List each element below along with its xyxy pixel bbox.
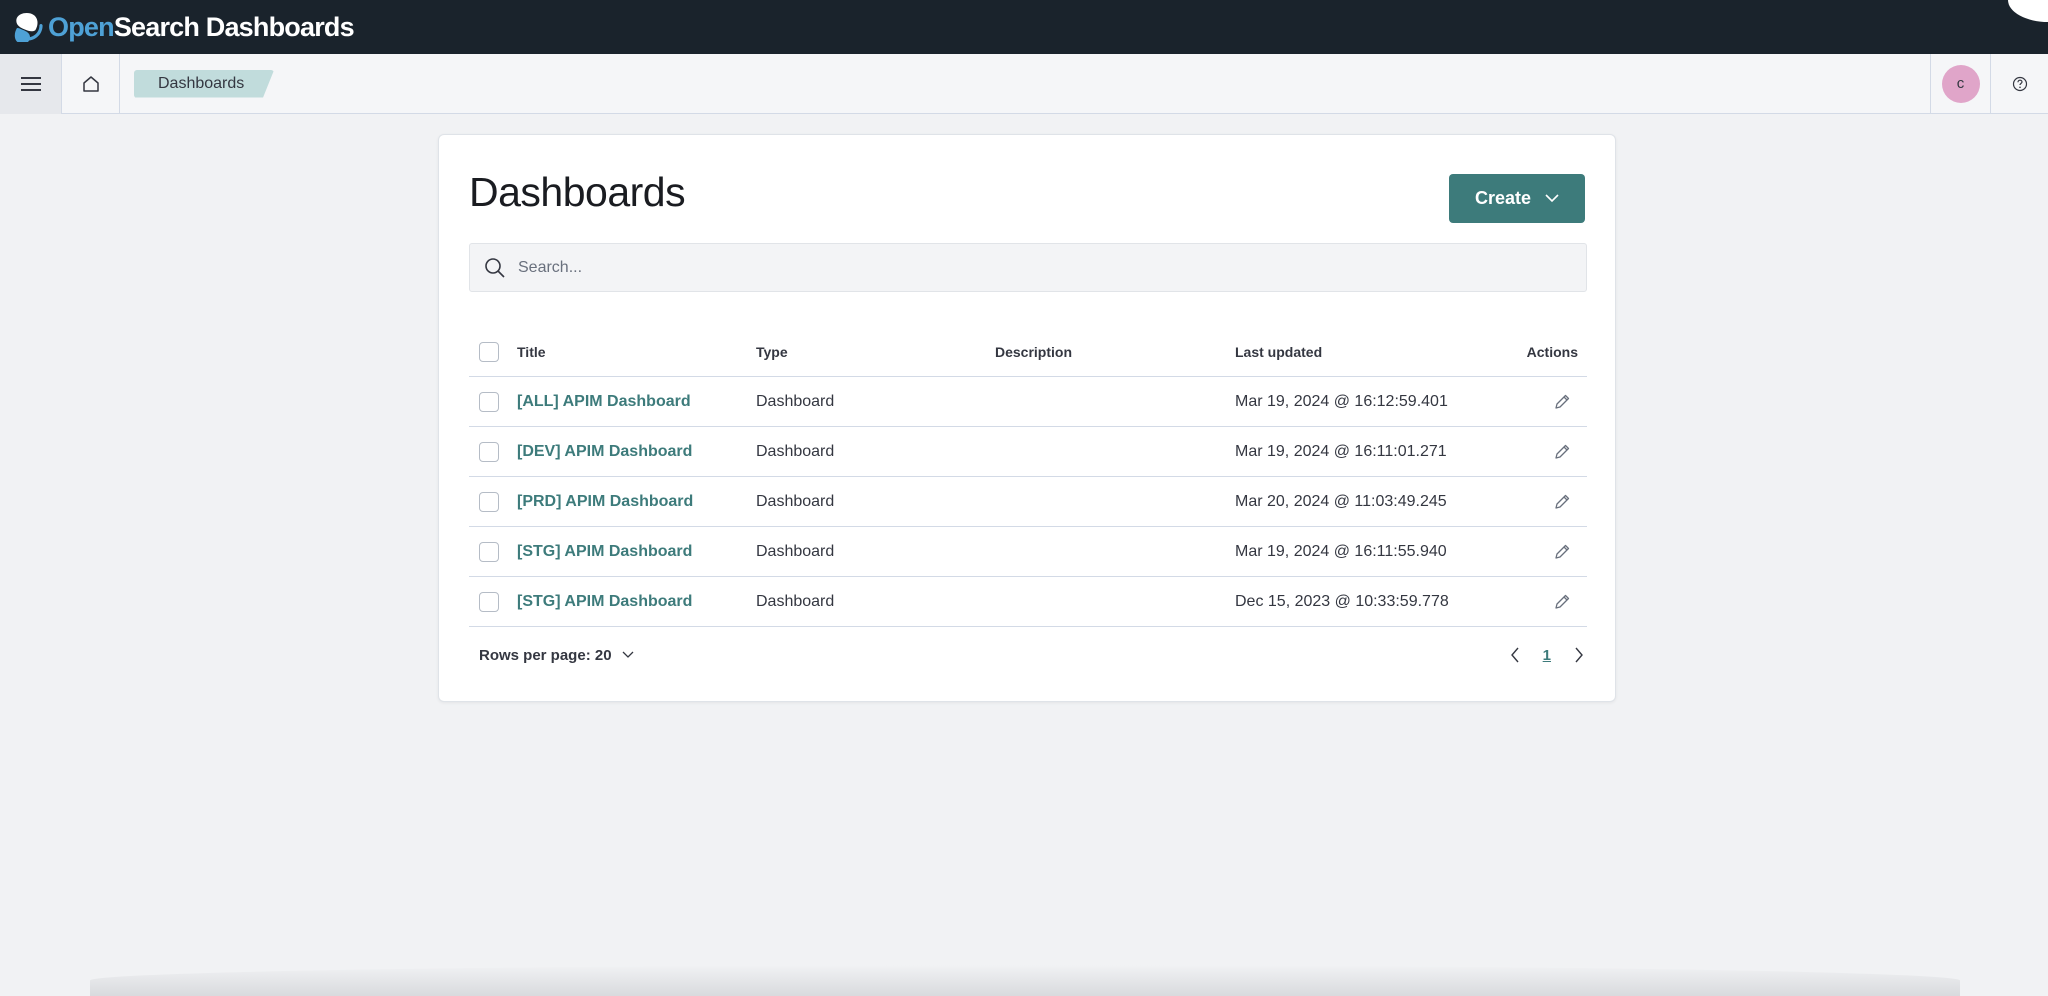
breadcrumb-dashboards[interactable]: Dashboards: [134, 69, 275, 98]
pencil-icon[interactable]: [1553, 393, 1571, 411]
dashboards-table: Title Type Description Last updated Acti…: [469, 327, 1587, 627]
navigation-bar: Dashboards c: [0, 53, 2048, 114]
help-button[interactable]: [1990, 53, 2048, 114]
pagination: 1: [1505, 645, 1589, 665]
help-icon: [2012, 76, 2027, 91]
search-input[interactable]: [518, 258, 1558, 277]
page-1-button[interactable]: 1: [1543, 647, 1551, 664]
rows-per-page-label: Rows per page: 20: [479, 646, 612, 664]
dashboard-type: Dashboard: [756, 542, 835, 560]
home-icon: [82, 75, 99, 92]
dashboard-last-updated: Mar 20, 2024 @ 11:03:49.245: [1235, 492, 1447, 510]
dashboard-type: Dashboard: [756, 492, 835, 510]
logo-text-rest: Search Dashboards: [113, 11, 355, 42]
column-header-last-updated[interactable]: Last updated: [1235, 344, 1322, 360]
dashboard-title-link[interactable]: [DEV] APIM Dashboard: [517, 443, 692, 461]
logo-text: OpenSearch Dashboards: [48, 11, 355, 43]
create-button-label: Create: [1474, 188, 1532, 208]
chevron-right-icon: [1575, 647, 1583, 663]
row-checkbox[interactable]: [479, 541, 499, 562]
table-row: [STG] APIM Dashboard Dashboard Mar 19, 2…: [469, 527, 1587, 577]
table-row: [DEV] APIM Dashboard Dashboard Mar 19, 2…: [469, 427, 1587, 477]
dashboard-last-updated: Mar 19, 2024 @ 16:12:59.401: [1235, 392, 1448, 410]
table-row: [STG] APIM Dashboard Dashboard Dec 15, 2…: [469, 577, 1587, 627]
row-checkbox[interactable]: [479, 391, 499, 412]
search-bar[interactable]: [469, 243, 1587, 292]
pencil-icon[interactable]: [1553, 593, 1571, 611]
pencil-icon[interactable]: [1553, 493, 1571, 511]
user-menu[interactable]: c: [1930, 53, 1990, 114]
column-header-title[interactable]: Title: [517, 344, 546, 360]
top-header: OpenSearch Dashboards: [0, 0, 2048, 54]
create-button[interactable]: Create: [1449, 174, 1585, 223]
hamburger-icon: [20, 76, 41, 91]
pencil-icon[interactable]: [1553, 443, 1571, 461]
logo-text-open: Open: [48, 11, 115, 42]
menu-button[interactable]: [0, 53, 62, 114]
dashboard-type: Dashboard: [756, 442, 835, 460]
column-header-description[interactable]: Description: [995, 344, 1072, 360]
dashboard-title-link[interactable]: [STG] APIM Dashboard: [517, 593, 692, 611]
table-row: [ALL] APIM Dashboard Dashboard Mar 19, 2…: [469, 377, 1587, 427]
opensearch-logo-icon: [14, 12, 43, 42]
page-title: Dashboards: [469, 169, 686, 215]
opensearch-logo[interactable]: OpenSearch Dashboards: [14, 0, 355, 54]
chevron-down-icon: [1545, 194, 1559, 203]
table-footer: Rows per page: 20 1: [479, 639, 1589, 671]
dashboards-panel: Dashboards Create Title Type Description…: [438, 134, 1616, 702]
search-icon: [485, 257, 505, 278]
dashboard-title-link[interactable]: [STG] APIM Dashboard: [517, 543, 692, 561]
row-checkbox[interactable]: [479, 491, 499, 512]
select-all-checkbox[interactable]: [479, 341, 499, 362]
nav-right: c: [1930, 53, 2048, 114]
avatar[interactable]: c: [1941, 64, 1980, 103]
chevron-down-icon: [622, 651, 634, 658]
dashboard-title-link[interactable]: [ALL] APIM Dashboard: [517, 393, 691, 411]
column-header-actions: Actions: [1526, 343, 1578, 360]
dashboard-last-updated: Mar 19, 2024 @ 16:11:55.940: [1235, 542, 1447, 560]
dashboard-title-link[interactable]: [PRD] APIM Dashboard: [517, 493, 693, 511]
bottom-shadow: [90, 965, 1960, 996]
pencil-icon[interactable]: [1553, 543, 1571, 561]
chevron-left-icon: [1510, 647, 1519, 663]
dashboard-last-updated: Dec 15, 2023 @ 10:33:59.778: [1235, 592, 1449, 610]
dashboard-type: Dashboard: [756, 392, 835, 410]
window-corner: [2008, 0, 2048, 22]
row-checkbox[interactable]: [479, 591, 499, 612]
column-header-type[interactable]: Type: [756, 344, 788, 360]
home-button[interactable]: [62, 53, 120, 114]
table-header-row: Title Type Description Last updated Acti…: [469, 327, 1587, 377]
next-page-button[interactable]: [1569, 645, 1589, 665]
previous-page-button[interactable]: [1505, 645, 1525, 665]
row-checkbox[interactable]: [479, 441, 499, 462]
rows-per-page-selector[interactable]: Rows per page: 20: [479, 647, 634, 664]
table-row: [PRD] APIM Dashboard Dashboard Mar 20, 2…: [469, 477, 1587, 527]
dashboard-type: Dashboard: [756, 592, 835, 610]
dashboard-last-updated: Mar 19, 2024 @ 16:11:01.271: [1235, 442, 1447, 460]
